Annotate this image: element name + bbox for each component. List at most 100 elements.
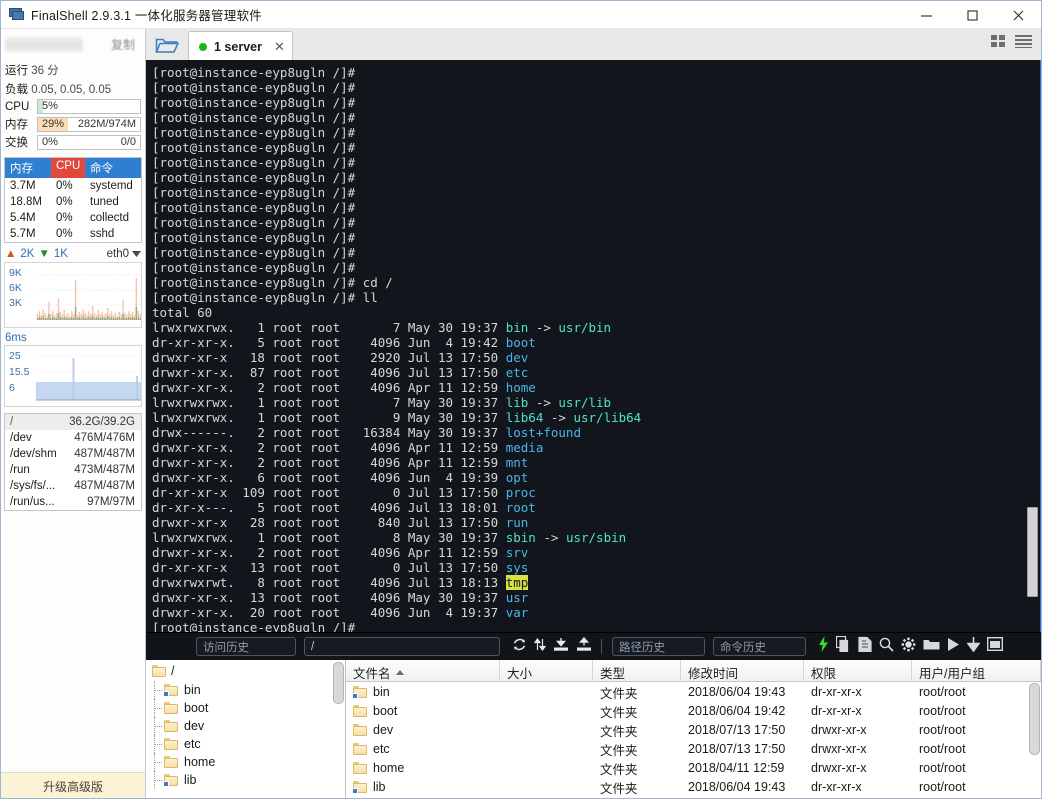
tree-item[interactable]: etc xyxy=(146,735,345,753)
table-row[interactable]: boot 文件夹 2018/06/04 19:42 dr-xr-xr-x root/ro… xyxy=(346,701,1041,720)
terminal-scrollbar[interactable] xyxy=(1027,60,1038,632)
process-row[interactable]: 5.7M 0% sshd xyxy=(5,226,141,242)
disk-row[interactable]: /run 473M/487M xyxy=(5,462,141,478)
col-header-command[interactable]: 命令 xyxy=(85,158,141,178)
dir-text: mnt xyxy=(505,455,529,470)
folder-open-icon[interactable] xyxy=(923,637,940,656)
upgrade-button[interactable]: 升级高级版 xyxy=(1,772,145,798)
upload-icon[interactable] xyxy=(576,636,592,657)
tree-item[interactable]: bin xyxy=(146,681,345,699)
sort-toggle-icon[interactable] xyxy=(533,637,547,657)
download-arrow-icon[interactable] xyxy=(966,636,981,657)
cell-size xyxy=(500,739,593,758)
col-header-size[interactable]: 大小 xyxy=(500,660,593,681)
play-icon[interactable] xyxy=(947,637,960,657)
grid-view-icon[interactable] xyxy=(991,35,1007,53)
prompt-text: lrwxrwxrwx. 1 root root 7 May 30 19:37 xyxy=(152,395,506,410)
terminal-panel[interactable]: [root@instance-eyp8ugln /]# [root@instanc… xyxy=(146,60,1041,632)
copy-button[interactable]: 复制 xyxy=(111,36,135,53)
command-history-field[interactable]: 命令历史 xyxy=(713,637,806,656)
col-header-cpu[interactable]: CPU xyxy=(51,158,85,178)
col-header-filename[interactable]: 文件名 xyxy=(346,660,500,681)
tab-close-icon[interactable]: ✕ xyxy=(274,40,285,53)
process-row[interactable]: 5.4M 0% collectd xyxy=(5,210,141,226)
disk-row[interactable]: / 36.2G/39.2G xyxy=(5,414,141,430)
cell-filename: boot xyxy=(346,701,500,720)
lightning-icon[interactable] xyxy=(818,636,829,657)
process-row[interactable]: 3.7M 0% systemd xyxy=(5,178,141,194)
dir-text: srv xyxy=(505,545,529,560)
paste-icon[interactable] xyxy=(858,636,872,657)
prompt-text: [root@instance-eyp8ugln /]# xyxy=(152,110,356,125)
tab-server-1[interactable]: 1 server ✕ xyxy=(188,31,293,61)
cell-owner: root/root xyxy=(919,742,966,756)
prompt-text: drwxr-xr-x. 2 root root 4096 Apr 11 12:5… xyxy=(152,440,506,455)
col-header-time[interactable]: 修改时间 xyxy=(681,660,804,681)
terminal-line: total 60 xyxy=(152,305,1040,320)
process-row[interactable]: 18.8M 0% tuned xyxy=(5,194,141,210)
window-title: FinalShell 2.9.3.1 一体化服务器管理软件 xyxy=(31,9,262,23)
prompt-text: drwxr-xr-x. 2 root root 4096 Apr 11 12:5… xyxy=(152,455,506,470)
disk-row[interactable]: /run/us... 97M/97M xyxy=(5,494,141,510)
terminal-line: lrwxrwxrwx. 1 root root 7 May 30 19:37 l… xyxy=(152,395,1040,410)
disk-usage: 473M/487M xyxy=(74,464,135,476)
path-input[interactable]: / xyxy=(304,637,500,656)
tree-root-node[interactable]: / xyxy=(146,660,345,681)
link-text: sbin xyxy=(505,530,536,545)
tree-item[interactable]: dev xyxy=(146,717,345,735)
directory-tree[interactable]: / bin boot dev etc home lib xyxy=(146,660,346,798)
path-history-field[interactable]: 路径历史 xyxy=(612,637,705,656)
cpu-label: CPU xyxy=(5,100,30,113)
tree-item[interactable]: boot xyxy=(146,699,345,717)
terminal-scrollbar-thumb[interactable] xyxy=(1027,507,1038,597)
terminal-line: lrwxrwxrwx. 1 root root 9 May 30 19:37 l… xyxy=(152,410,1040,425)
toolbar-divider xyxy=(601,639,602,654)
visit-history-field[interactable]: 访问历史 xyxy=(196,637,296,656)
download-icon[interactable] xyxy=(553,637,569,657)
copy-icon[interactable] xyxy=(835,635,851,657)
col-header-type[interactable]: 类型 xyxy=(593,660,681,681)
list-view-icon[interactable] xyxy=(1015,35,1032,53)
uptime-value: 36 分 xyxy=(31,65,59,77)
cell-time: 2018/06/04 19:43 xyxy=(688,780,786,794)
terminal-toolbar: 访问历史 / 路径历史 命令历史 xyxy=(146,632,1041,660)
col-header-owner[interactable]: 用户/用户组 xyxy=(912,660,1041,681)
tree-item[interactable]: home xyxy=(146,753,345,771)
table-row[interactable]: bin 文件夹 2018/06/04 19:43 dr-xr-xr-x root/roo… xyxy=(346,682,1041,701)
refresh-icon[interactable] xyxy=(512,637,527,657)
search-icon[interactable] xyxy=(879,637,894,657)
close-icon[interactable] xyxy=(995,1,1041,29)
disk-row[interactable]: /dev 476M/476M xyxy=(5,430,141,446)
cell-size xyxy=(500,777,593,796)
table-row[interactable]: home 文件夹 2018/04/11 12:59 drwxr-xr-x root/ro… xyxy=(346,758,1041,777)
tree-scrollbar-thumb[interactable] xyxy=(333,662,344,704)
memory-detail: 282M/974M xyxy=(77,117,136,130)
process-cpu: 0% xyxy=(56,196,73,208)
prompt-text: drwxr-xr-x. 13 root root 4096 May 30 19:… xyxy=(152,590,506,605)
cell-filename: home xyxy=(346,758,500,777)
maximize-icon[interactable] xyxy=(949,1,995,29)
col-header-permissions[interactable]: 权限 xyxy=(804,660,912,681)
dir-text: lost+found xyxy=(505,425,581,440)
latency-label: 6ms xyxy=(5,332,27,344)
table-row[interactable]: dev 文件夹 2018/07/13 17:50 drwxr-xr-x root/roo… xyxy=(346,720,1041,739)
gear-icon[interactable] xyxy=(901,637,916,657)
terminal-line: dr-xr-xr-x 109 root root 0 Jul 13 17:50 … xyxy=(152,485,1040,500)
symlink-badge-icon xyxy=(352,788,358,794)
col-header-memory[interactable]: 内存 xyxy=(5,158,51,178)
process-cpu: 0% xyxy=(56,228,73,240)
prompt-text: drwx------. 2 root root 16384 May 30 19:… xyxy=(152,425,506,440)
disk-row[interactable]: /sys/fs/... 487M/487M xyxy=(5,478,141,494)
table-row[interactable]: lib 文件夹 2018/06/04 19:43 dr-xr-xr-x root/roo… xyxy=(346,777,1041,796)
cell-size xyxy=(500,758,593,777)
disk-row[interactable]: /dev/shm 487M/487M xyxy=(5,446,141,462)
minimize-icon[interactable] xyxy=(903,1,949,29)
interface-selector[interactable]: eth0 xyxy=(107,248,141,260)
terminal-line: [root@instance-eyp8ugln /]# xyxy=(152,80,1040,95)
window-icon[interactable] xyxy=(986,636,1004,656)
open-folder-icon[interactable] xyxy=(146,30,188,60)
file-list-scrollbar-thumb[interactable] xyxy=(1029,683,1040,755)
table-row[interactable]: etc 文件夹 2018/07/13 17:50 drwxr-xr-x root/roo… xyxy=(346,739,1041,758)
tree-item[interactable]: lib xyxy=(146,771,345,789)
swap-meter: 0% 0/0 xyxy=(37,134,141,150)
